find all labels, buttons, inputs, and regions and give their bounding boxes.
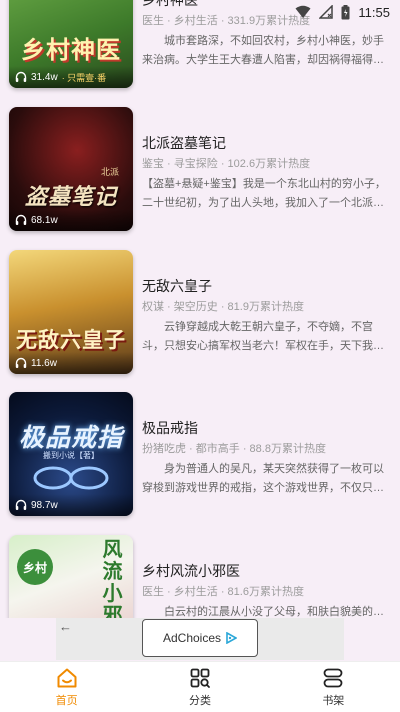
category-icon: [190, 668, 210, 688]
cover-title: 无敌六皇子: [16, 329, 126, 352]
list-item[interactable]: 北派 盗墓笔记 68.1w 北派盗墓笔记 鉴宝 · 寻宝探险 · 102.6万累…: [0, 107, 400, 237]
book-description: 【盗墓+悬疑+鉴宝】我是一个东北山村的穷小子，二十世纪初，为了出人头地，我加入了…: [142, 178, 386, 209]
wifi-icon: [295, 5, 311, 18]
book-description: 白云村的江晨从小没了父母，和肤白貌美的婶子相依为命，一次意外让他获得神秘传承。: [164, 606, 384, 618]
adchoices-button[interactable]: AdChoices: [142, 619, 258, 657]
cover-title: 盗墓笔记: [24, 184, 117, 209]
book-title[interactable]: 极品戒指: [142, 418, 198, 438]
book-list[interactable]: 乡村神医 31.4w · 只需壹·番 乡村神医 医生 · 乡村生活 · 331.…: [0, 0, 400, 618]
book-cover[interactable]: 极品戒指 搬到小说【著】 98.7w: [9, 392, 133, 516]
adchoices-label: AdChoices: [162, 631, 222, 645]
adchoices-icon: [226, 632, 238, 644]
list-item[interactable]: 无敌六皇子 11.6w 无敌六皇子 权谋 · 架空历史 · 81.9万累计热度 …: [0, 250, 400, 380]
book-meta: 扮猪吃虎 · 都市高手 · 88.8万累计热度: [142, 443, 326, 455]
book-cover[interactable]: 北派 盗墓笔记 68.1w: [9, 107, 133, 231]
book-meta: 权谋 · 架空历史 · 81.9万累计热度: [142, 301, 304, 313]
book-meta: 医生 · 乡村生活 · 81.6万累计热度: [142, 586, 304, 598]
headphone-icon: [15, 214, 27, 225]
book-cover[interactable]: 无敌六皇子 11.6w: [9, 250, 133, 374]
battery-icon: [341, 4, 350, 19]
tab-home[interactable]: 首页: [0, 662, 133, 712]
no-signal-icon: [319, 5, 334, 19]
play-count: 98.7w: [9, 494, 133, 516]
home-icon: [57, 668, 77, 688]
cover-title: 极品戒指: [18, 424, 123, 452]
status-bar: 11:55: [0, 0, 400, 24]
tab-home-label: 首页: [55, 695, 78, 707]
book-title[interactable]: 北派盗墓笔记: [142, 133, 226, 153]
play-count: 31.4w · 只需壹·番: [9, 66, 133, 88]
book-title[interactable]: 无敌六皇子: [142, 276, 212, 296]
book-meta: 鉴宝 · 寻宝探险 · 102.6万累计热度: [142, 158, 311, 170]
book-description: 身为普通人的吴凡，某天突然获得了一枚可以穿梭到游戏世界的戒指，这个游戏世界，不仅…: [142, 463, 384, 494]
book-description: 云铮穿越成大乾王朝六皇子，不夺嫡，不宫斗，只想安心搞军权当老六！军权在手，天下我…: [142, 321, 373, 352]
clock: 11:55: [358, 4, 390, 20]
cover-sub: 北派: [100, 167, 119, 177]
tab-category-label: 分类: [188, 695, 211, 707]
headphone-icon: [15, 71, 27, 82]
tab-bookshelf[interactable]: 书架: [267, 662, 400, 712]
tab-bookshelf-label: 书架: [322, 695, 345, 707]
play-count: 68.1w: [9, 209, 133, 231]
book-cover[interactable]: 乡村 风流小邪: [9, 535, 133, 618]
book-description: 城市套路深，不如回农村，乡村小神医，妙手来治病。大学生王大春遭人陷害，却因祸得福…: [142, 35, 384, 66]
bookshelf-icon: [323, 668, 343, 688]
play-count: 11.6w: [9, 352, 133, 374]
cover-sub: 乡村: [17, 549, 53, 585]
cover-title: 风流小邪: [102, 539, 124, 618]
tab-category[interactable]: 分类: [133, 662, 266, 712]
book-title[interactable]: 乡村风流小邪医: [142, 561, 240, 581]
list-item[interactable]: 极品戒指 搬到小说【著】 98.7w 极品戒指 扮猪吃虎 · 都市高手 · 88…: [0, 392, 400, 522]
list-item[interactable]: 乡村 风流小邪 乡村风流小邪医 医生 · 乡村生活 · 81.6万累计热度 白云…: [0, 535, 400, 618]
cover-title: 乡村神医: [21, 37, 121, 64]
ad-banner[interactable]: ← AdChoices: [56, 618, 344, 660]
ring-illustration: [33, 466, 109, 490]
headphone-icon: [15, 499, 27, 510]
headphone-icon: [15, 357, 27, 368]
bottom-nav: 首页 分类 书架: [0, 661, 400, 712]
ad-back-arrow[interactable]: ←: [59, 619, 72, 634]
